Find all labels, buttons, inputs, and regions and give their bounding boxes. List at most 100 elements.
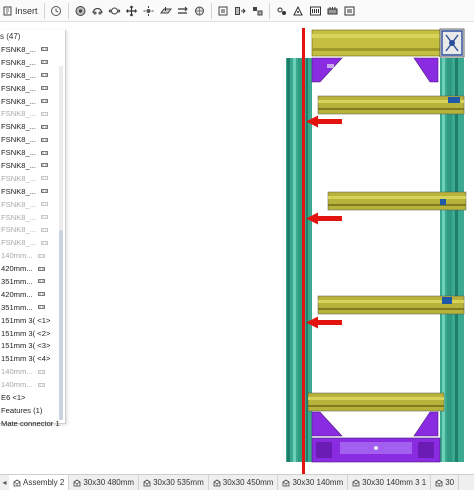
assembly-viewport[interactable] [0, 0, 474, 474]
instance-list-item[interactable]: 151mm 3( <1> [0, 314, 66, 327]
instance-label: 420mm... [1, 289, 33, 299]
instance-label: 140mm... [1, 251, 33, 261]
instance-list-item[interactable]: Mate connector 1 [0, 417, 66, 430]
instance-list-item[interactable]: FSNK8_... [0, 107, 66, 120]
instance-list-item[interactable]: 151mm 3( <4> [0, 352, 66, 365]
part-studio-icon [213, 479, 221, 487]
instance-list-item[interactable]: E6 <1> [0, 391, 66, 404]
instance-list-item[interactable]: FSNK8_... [0, 159, 66, 172]
instance-list-item[interactable]: FSNK8_... [0, 211, 66, 224]
mate-connector-icon [41, 124, 48, 130]
part-studio-icon [282, 479, 290, 487]
instance-label: 151mm 3( <4> [1, 354, 51, 364]
instance-label: FSNK8_... [1, 186, 37, 196]
instance-list-item[interactable]: FSNK8_... [0, 133, 66, 146]
instance-list-item[interactable]: FSNK8_... [0, 146, 66, 159]
instance-label: FSNK8_... [1, 83, 37, 93]
bottom-carriage[interactable] [311, 437, 441, 463]
tab-scroll-left[interactable]: ◂ [0, 475, 9, 490]
horizontal-extrusion-4[interactable] [307, 392, 445, 412]
instance-label: FSNK8_... [1, 225, 37, 235]
instance-label: E6 <1> [1, 392, 26, 402]
part-studio-icon [352, 479, 360, 487]
tab-label: Assembly 2 [23, 478, 65, 487]
tab-label: 30x30 480mm [83, 478, 135, 487]
mate-connector-icon [37, 266, 45, 272]
instance-label: FSNK8_... [1, 160, 37, 170]
instance-list-item[interactable]: 151mm 3( <2> [0, 327, 66, 340]
instance-list-item[interactable]: FSNK8_... [0, 69, 66, 82]
instance-list-item[interactable]: 420mm... [0, 262, 66, 275]
instance-list-item[interactable]: 351mm... [0, 275, 66, 288]
tab-part-studio[interactable]: 30x30 140mm 3 1 [348, 475, 432, 490]
tab-part-studio[interactable]: 30x30 140mm [278, 475, 349, 490]
selected-fastener[interactable] [440, 199, 446, 205]
instance-list-item[interactable]: 140mm... [0, 249, 66, 262]
instance-list-item[interactable]: 140mm... [0, 378, 66, 391]
instance-list-item[interactable]: FSNK8_... [0, 95, 66, 108]
instance-label: FSNK8_... [1, 173, 37, 183]
mate-connector-icon [41, 227, 48, 233]
instance-label: 140mm... [1, 367, 33, 377]
instance-label: FSNK8_... [1, 96, 37, 106]
mate-connector-icon [37, 369, 45, 375]
instance-list-item[interactable]: FSNK8_... [0, 56, 66, 69]
instance-label: FSNK8_... [1, 109, 37, 119]
instance-list-item[interactable]: FSNK8_... [0, 172, 66, 185]
instance-list-item[interactable]: 351mm... [0, 301, 66, 314]
instance-label: FSNK8_... [1, 70, 37, 80]
instance-list-item[interactable]: FSNK8_... [0, 198, 66, 211]
instance-label: 351mm... [1, 302, 33, 312]
mate-connector-icon [41, 188, 48, 194]
mate-connector-icon [41, 175, 48, 181]
top-right-bracket[interactable] [413, 57, 439, 83]
instance-label: FSNK8_... [1, 135, 37, 145]
mate-connector-icon [37, 253, 45, 259]
mate-connector-icon [41, 162, 48, 168]
tab-part-studio[interactable]: 30 [431, 475, 460, 490]
instance-list-item[interactable]: Features (1) [0, 404, 66, 417]
horizontal-extrusion-2[interactable] [327, 191, 467, 211]
instances-panel: s (47) FSNK8_... FSNK8_... FSNK8_... FSNK8_… [0, 30, 66, 428]
instance-label: 351mm... [1, 276, 33, 286]
top-left-bracket[interactable] [311, 57, 343, 83]
tab-strip: Assembly 2 30x30 480mm 30x30 535mm 30x30 45… [9, 475, 460, 490]
instance-list-item[interactable]: FSNK8_... [0, 185, 66, 198]
tab-assembly[interactable]: Assembly 2 [9, 475, 70, 490]
bottom-right-bracket[interactable] [413, 411, 439, 437]
horizontal-extrusion-1[interactable] [317, 95, 465, 115]
instance-label: FSNK8_... [1, 122, 37, 132]
document-tabs: ◂ Assembly 2 30x30 480mm 30x30 535mm 30x30 … [0, 474, 474, 490]
bottom-left-bracket[interactable] [311, 411, 343, 437]
instance-list-item[interactable]: 140mm... [0, 365, 66, 378]
horizontal-extrusion-3[interactable] [317, 295, 465, 315]
selected-fastener[interactable] [442, 297, 452, 304]
tab-part-studio[interactable]: 30x30 535mm [139, 475, 209, 490]
instance-label: 151mm 3( <2> [1, 328, 51, 338]
instance-label: Features (1) [1, 405, 43, 415]
assembly-icon [13, 479, 21, 487]
tab-label: 30x30 450mm [222, 478, 274, 487]
mate-connector-icon [41, 59, 48, 65]
tab-part-studio[interactable]: 30x30 480mm [69, 475, 140, 490]
instance-list: FSNK8_... FSNK8_... FSNK8_... FSNK8_... FSNK… [0, 43, 66, 430]
part-studio-icon [73, 479, 81, 487]
instance-label: FSNK8_... [1, 148, 37, 158]
tab-part-studio[interactable]: 30x30 450mm [209, 475, 279, 490]
top-horizontal-extrusion[interactable] [311, 28, 465, 58]
instance-list-item[interactable]: FSNK8_... [0, 223, 66, 236]
mate-connector-icon [41, 46, 48, 52]
instance-list-item[interactable]: FSNK8_... [0, 120, 66, 133]
instance-list-item[interactable]: FSNK8_... [0, 82, 66, 95]
instance-label: FSNK8_... [1, 57, 37, 67]
instance-list-item[interactable]: FSNK8_... [0, 43, 66, 56]
tab-label: 30 [445, 478, 455, 487]
instance-list-item[interactable]: FSNK8_... [0, 236, 66, 249]
instance-label: FSNK8_... [1, 238, 37, 248]
mate-connector-icon [41, 201, 48, 207]
selected-fastener[interactable] [448, 97, 460, 103]
instance-list-item[interactable]: 420mm... [0, 288, 66, 301]
mate-connector-icon [41, 150, 48, 156]
instance-list-item[interactable]: 151mm 3( <3> [0, 339, 66, 352]
mate-connector-icon [41, 111, 48, 117]
